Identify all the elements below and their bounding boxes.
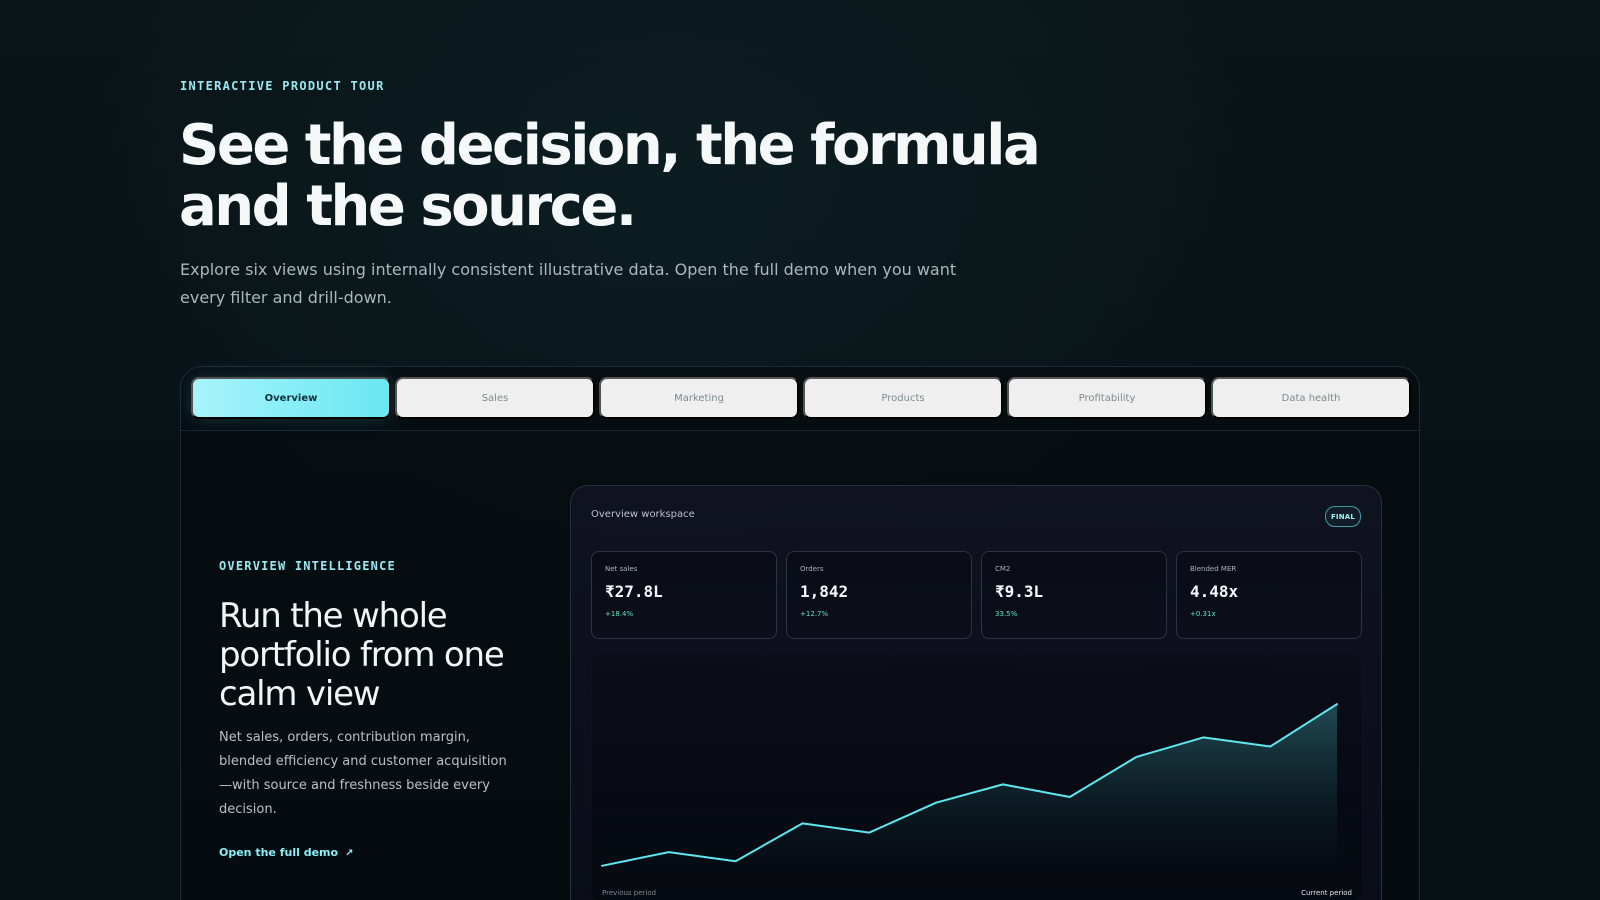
overview-description-line: blended efficiency and customer acquisit… bbox=[219, 754, 507, 769]
hero-title: See the decision, the formula and the so… bbox=[179, 113, 1041, 239]
workspace-title: Overview workspace bbox=[591, 509, 695, 520]
overview-description-line: —with source and freshness beside every bbox=[219, 778, 490, 793]
kpi-delta: +18.4% bbox=[605, 610, 634, 618]
overview-title-line: calm view bbox=[219, 674, 381, 714]
overview-description: Net sales, orders, contribution margin, … bbox=[219, 726, 531, 822]
chart-current-period-label: Current period bbox=[1301, 889, 1352, 897]
hero-title-line: See the decision, the formula bbox=[179, 113, 1041, 178]
overview-description-line: decision. bbox=[219, 802, 277, 817]
tab-profitability[interactable]: Profitability bbox=[1007, 377, 1207, 419]
tab-sales[interactable]: Sales bbox=[395, 377, 595, 419]
arrow-up-right-icon: ↗ bbox=[345, 848, 354, 859]
kpi-value: ₹27.8L bbox=[605, 582, 663, 601]
kpi-value: 4.48x bbox=[1190, 582, 1239, 601]
overview-description-line: Net sales, orders, contribution margin, bbox=[219, 730, 470, 745]
kpi-delta: +12.7% bbox=[800, 610, 829, 618]
open-full-demo-link[interactable]: Open the full demo ↗ bbox=[219, 846, 353, 859]
trend-area-fill bbox=[602, 704, 1337, 875]
kpi-delta: +0.31x bbox=[1190, 610, 1216, 618]
tab-data-health[interactable]: Data health bbox=[1211, 377, 1411, 419]
chart-previous-period-label: Previous period bbox=[602, 889, 657, 897]
tour-tab-bar: Overview Sales Marketing Products Profit… bbox=[181, 367, 1419, 431]
tab-marketing[interactable]: Marketing bbox=[599, 377, 799, 419]
kpi-label: Net sales bbox=[605, 565, 638, 573]
overview-eyebrow: OVERVIEW INTELLIGENCE bbox=[219, 559, 396, 573]
kpi-card-orders: Orders 1,842 +12.7% bbox=[786, 551, 972, 639]
final-status-badge: FINAL bbox=[1325, 506, 1361, 527]
trend-chart-panel: Previous period Current period bbox=[591, 654, 1363, 900]
kpi-card-net-sales: Net sales ₹27.8L +18.4% bbox=[591, 551, 777, 639]
kpi-value: ₹9.3L bbox=[995, 582, 1044, 601]
kpi-card-blended-mer: Blended MER 4.48x +0.31x bbox=[1176, 551, 1362, 639]
overview-title-line: portfolio from one bbox=[219, 635, 505, 675]
hero-eyebrow: INTERACTIVE PRODUCT TOUR bbox=[180, 79, 385, 93]
overview-workspace: Overview workspace FINAL Net sales ₹27.8… bbox=[570, 485, 1382, 900]
kpi-value: 1,842 bbox=[800, 582, 849, 601]
hero-subtitle: Explore six views using internally consi… bbox=[180, 256, 957, 312]
kpi-label: Blended MER bbox=[1190, 565, 1237, 573]
overview-title-line: Run the whole bbox=[219, 596, 448, 636]
hero-subtitle-line: Explore six views using internally consi… bbox=[180, 260, 957, 279]
product-tour-page: INTERACTIVE PRODUCT TOUR See the decisio… bbox=[0, 0, 1600, 900]
kpi-grid: Net sales ₹27.8L +18.4% Orders 1,842 +12… bbox=[591, 551, 1362, 639]
tab-products[interactable]: Products bbox=[803, 377, 1003, 419]
product-tour-panel: Overview Sales Marketing Products Profit… bbox=[180, 366, 1420, 900]
kpi-label: CM2 bbox=[995, 565, 1011, 573]
kpi-delta: 33.5% bbox=[995, 610, 1018, 618]
kpi-card-cm2: CM2 ₹9.3L 33.5% bbox=[981, 551, 1167, 639]
overview-copy: OVERVIEW INTELLIGENCE Run the whole port… bbox=[219, 559, 539, 860]
tab-overview[interactable]: Overview bbox=[191, 377, 391, 419]
open-full-demo-label: Open the full demo bbox=[219, 846, 339, 859]
hero-subtitle-line: every filter and drill-down. bbox=[180, 288, 392, 307]
hero-title-line: and the source. bbox=[179, 174, 637, 239]
overview-title: Run the whole portfolio from one calm vi… bbox=[219, 597, 539, 714]
kpi-label: Orders bbox=[800, 565, 824, 573]
trend-area-chart bbox=[601, 703, 1338, 875]
